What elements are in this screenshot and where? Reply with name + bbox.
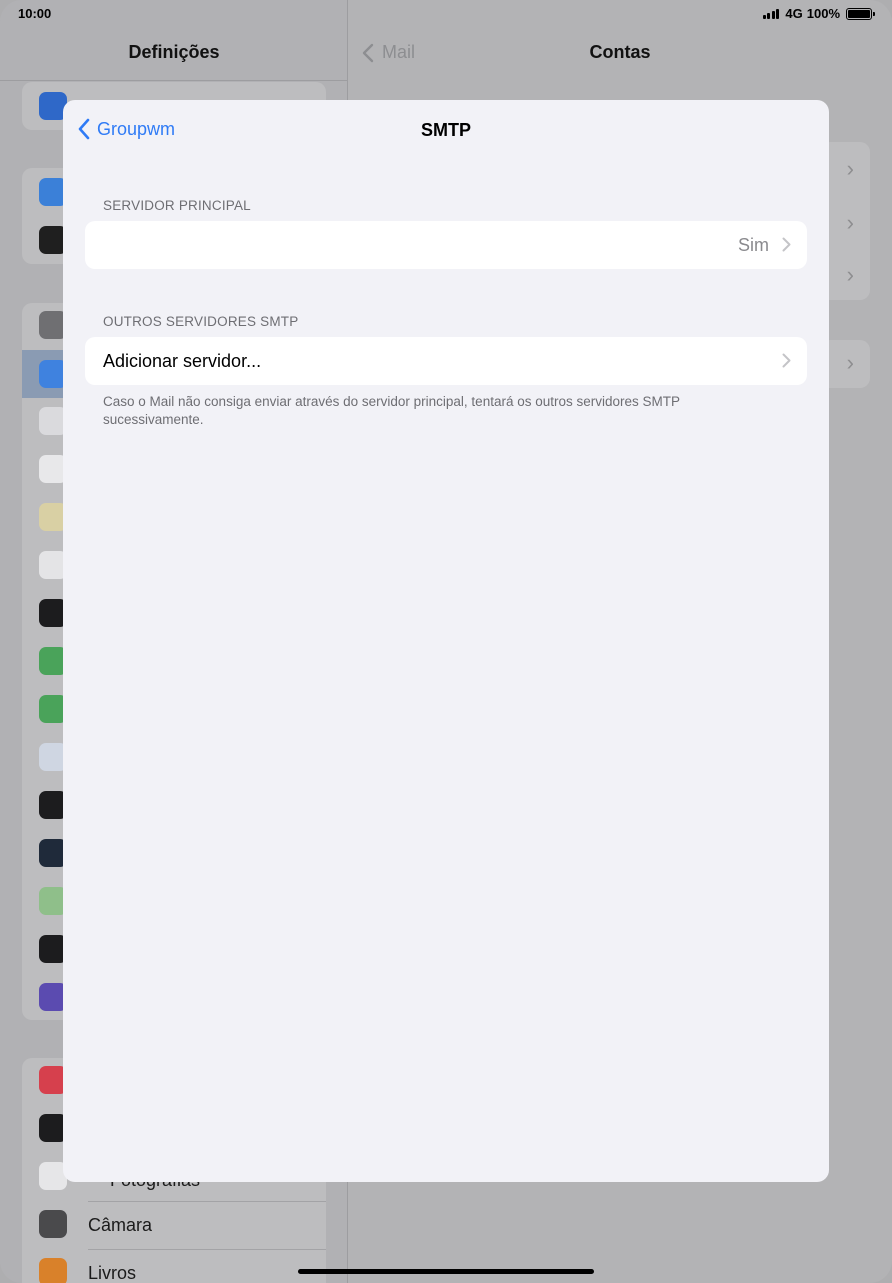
chevron-right-icon[interactable]: › <box>847 210 854 236</box>
status-right: 4G 100% <box>762 6 875 21</box>
detail-title: Contas <box>589 42 651 62</box>
battery-icon <box>846 7 875 20</box>
primary-server-row[interactable]: Sim <box>85 221 807 269</box>
sidebar-item-camera-label[interactable]: Câmara <box>88 1215 152 1236</box>
chevron-right-icon[interactable]: › <box>847 350 854 376</box>
add-server-row[interactable]: Adicionar servidor... <box>85 337 807 385</box>
chevron-right-icon <box>782 353 791 368</box>
primary-server-section-header: SERVIDOR PRINCIPAL <box>103 198 251 213</box>
sidebar-divider <box>0 80 348 81</box>
smtp-sheet: Groupwm SMTP SERVIDOR PRINCIPAL Sim OUTR… <box>63 100 829 1182</box>
status-time: 10:00 <box>18 6 52 21</box>
home-indicator[interactable] <box>298 1269 594 1274</box>
network-type: 4G <box>785 6 803 21</box>
battery-percent: 100% <box>806 6 840 21</box>
chevron-right-icon <box>782 237 791 252</box>
sidebar-title: Definições <box>128 42 220 62</box>
sidebar-row-divider <box>88 1249 326 1250</box>
sidebar-row-divider <box>88 1201 326 1202</box>
chevron-right-icon[interactable]: › <box>847 156 854 182</box>
books-icon[interactable] <box>39 1258 67 1283</box>
camera-icon[interactable] <box>39 1210 67 1238</box>
other-servers-section-header: OUTROS SERVIDORES SMTP <box>103 314 299 329</box>
smtp-footer-note: Caso o Mail não consiga enviar através d… <box>103 394 680 427</box>
cellular-signal-icon <box>762 8 780 19</box>
chevron-right-icon[interactable]: › <box>847 262 854 288</box>
sidebar-item-books-label[interactable]: Livros <box>88 1263 136 1283</box>
primary-server-value: Sim <box>738 235 769 255</box>
sheet-nav-bar: Groupwm SMTP <box>63 100 829 160</box>
page-title: SMTP <box>420 120 471 140</box>
status-bar: 10:00 4G 100% <box>0 0 892 26</box>
add-server-label: Adicionar servidor... <box>103 351 262 371</box>
